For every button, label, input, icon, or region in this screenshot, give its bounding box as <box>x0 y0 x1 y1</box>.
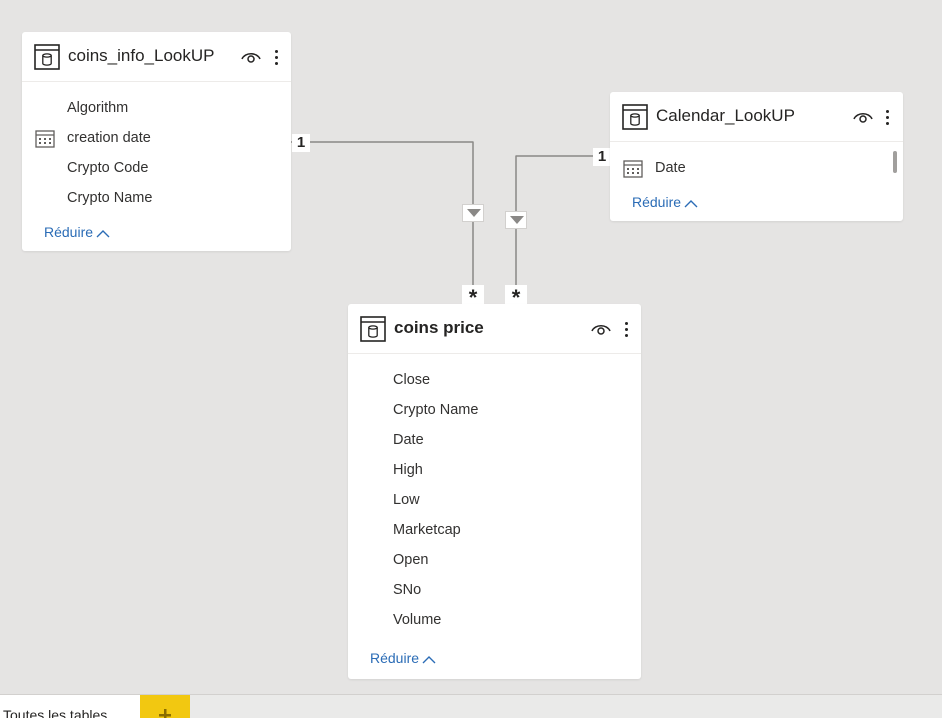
table-card-coins-price[interactable]: coins price Close Crypto Name Date High … <box>348 304 641 679</box>
collapse-label: Réduire <box>370 650 420 666</box>
scrollbar-thumb[interactable] <box>893 151 897 173</box>
model-canvas[interactable]: 1 1 * * coins_info_LookUP Algorithm crea… <box>0 0 942 717</box>
tab-all-tables[interactable]: Toutes les tables <box>0 695 140 718</box>
more-options-icon[interactable] <box>270 44 282 70</box>
cardinality-many-label: * <box>462 285 484 310</box>
field-name: Volume <box>393 612 442 628</box>
relationship-line-coins-info <box>291 141 474 304</box>
field-name: Close <box>393 372 431 388</box>
table-card-header[interactable]: coins price <box>348 304 641 354</box>
more-options-icon[interactable] <box>881 104 893 130</box>
more-options-icon[interactable] <box>620 316 632 342</box>
chevron-up-icon <box>96 229 110 238</box>
field-name: Low <box>393 492 420 508</box>
add-layout-button[interactable] <box>140 695 190 718</box>
field-name: Crypto Name <box>393 402 479 418</box>
field-name: High <box>393 462 423 478</box>
table-card-header[interactable]: Calendar_LookUP <box>610 92 903 142</box>
collapse-label: Réduire <box>44 224 94 240</box>
cardinality-many-label: * <box>505 285 527 310</box>
field-name: Crypto Name <box>67 190 153 206</box>
field-name: SNo <box>393 582 422 598</box>
table-card-coins-info[interactable]: coins_info_LookUP Algorithm creation dat… <box>22 32 291 251</box>
table-title: coins_info_LookUP <box>68 46 215 65</box>
field-name: Crypto Code <box>67 160 149 176</box>
table-card-calendar[interactable]: Calendar_LookUP Date Réduire <box>610 92 903 221</box>
eye-icon[interactable] <box>852 109 874 125</box>
field-item[interactable]: Date <box>348 425 641 455</box>
filter-direction-arrow-icon[interactable] <box>462 204 484 222</box>
collapse-link[interactable]: Réduire <box>632 194 698 210</box>
collapse-link[interactable]: Réduire <box>44 224 110 240</box>
field-item[interactable]: SNo <box>348 575 641 605</box>
table-icon <box>622 104 648 130</box>
collapse-link[interactable]: Réduire <box>370 650 436 666</box>
field-item[interactable]: High <box>348 455 641 485</box>
calendar-icon <box>623 160 643 178</box>
field-item[interactable]: Crypto Name <box>22 183 291 213</box>
filter-direction-arrow-icon[interactable] <box>505 211 527 229</box>
field-item[interactable]: Algorithm <box>22 93 291 123</box>
field-name: creation date <box>67 130 151 146</box>
chevron-up-icon <box>422 655 436 664</box>
field-name: Marketcap <box>393 522 461 538</box>
field-name: Date <box>655 160 686 176</box>
table-icon <box>34 44 60 70</box>
field-item[interactable]: Open <box>348 545 641 575</box>
field-item[interactable]: Marketcap <box>348 515 641 545</box>
field-item[interactable]: Close <box>348 365 641 395</box>
table-icon <box>360 316 386 342</box>
field-name: Open <box>393 552 429 568</box>
field-item[interactable]: creation date <box>22 123 291 153</box>
relationship-line-calendar <box>515 155 610 304</box>
layout-tab-bar: Toutes les tables <box>0 694 942 718</box>
calendar-icon <box>35 130 55 148</box>
eye-icon[interactable] <box>590 321 612 337</box>
table-card-header[interactable]: coins_info_LookUP <box>22 32 291 82</box>
plus-icon <box>159 709 171 718</box>
field-name: Algorithm <box>67 100 129 116</box>
field-item[interactable]: Volume <box>348 605 641 635</box>
field-name: Date <box>393 432 424 448</box>
cardinality-one-label: 1 <box>292 134 310 152</box>
eye-icon[interactable] <box>240 49 262 65</box>
cardinality-one-label: 1 <box>593 148 611 166</box>
field-item[interactable]: Date <box>610 153 903 183</box>
tab-label: Toutes les tables <box>3 707 108 718</box>
chevron-up-icon <box>684 199 698 208</box>
table-title: Calendar_LookUP <box>656 106 795 125</box>
table-title: coins price <box>394 318 484 337</box>
field-item[interactable]: Crypto Code <box>22 153 291 183</box>
field-item[interactable]: Low <box>348 485 641 515</box>
collapse-label: Réduire <box>632 194 682 210</box>
field-item[interactable]: Crypto Name <box>348 395 641 425</box>
